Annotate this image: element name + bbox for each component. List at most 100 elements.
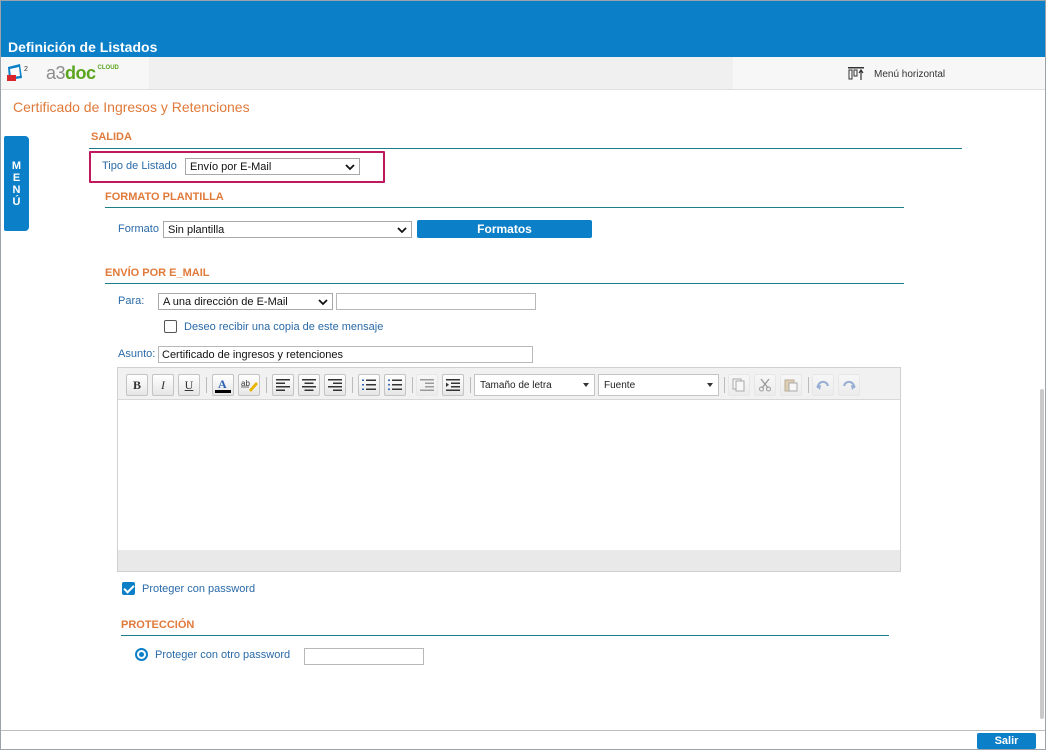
underline-button[interactable]: U [178, 374, 200, 396]
para-label: Para: [118, 295, 145, 307]
bulleted-list-button[interactable] [384, 374, 406, 396]
message-editor: B I U A ab Tamaño de letra Fuente [117, 367, 901, 572]
para-value: A una dirección de E-Mail [163, 295, 288, 308]
font-family-label: Fuente [604, 379, 636, 391]
brand-a3: a3 [46, 63, 66, 83]
formato-value: Sin plantilla [168, 223, 225, 236]
formatos-button[interactable]: Formatos [417, 220, 592, 238]
toolbar-separator [412, 377, 413, 393]
side-menu-letter: E [12, 171, 21, 184]
menu-horizontal-button[interactable]: Menú horizontal [848, 66, 945, 82]
section-salida-divider [89, 148, 962, 149]
section-envio-divider [105, 283, 904, 284]
highlight-button[interactable]: ab [238, 374, 260, 396]
svg-text:ab: ab [241, 379, 250, 388]
editor-footer [118, 550, 900, 571]
italic-button[interactable]: I [152, 374, 174, 396]
paste-icon [784, 379, 798, 392]
copy-icon [732, 378, 745, 392]
toolbar-separator [724, 377, 725, 393]
brand-logo: a3doc CLOUD [46, 63, 119, 84]
redo-icon [843, 380, 856, 390]
toolbar-separator [470, 377, 471, 393]
chevron-down-icon [345, 163, 355, 170]
side-menu-letter: N [12, 183, 21, 196]
chevron-down-icon [707, 383, 713, 387]
highlight-icon: ab [241, 379, 258, 392]
align-left-icon [276, 379, 290, 391]
copia-label: Deseo recibir una copia de este mensaje [184, 321, 384, 333]
undo-button[interactable] [812, 374, 834, 396]
side-menu-letter: M [11, 159, 22, 172]
formato-label: Formato [118, 223, 159, 235]
para-email-input[interactable] [336, 293, 536, 310]
bold-button[interactable]: B [126, 374, 148, 396]
page-title: Certificado de Ingresos y Retenciones [13, 99, 250, 115]
numbered-list-button[interactable] [358, 374, 380, 396]
align-left-button[interactable] [272, 374, 294, 396]
redo-button[interactable] [838, 374, 860, 396]
font-family-select[interactable]: Fuente [598, 374, 719, 396]
font-size-label: Tamaño de letra [480, 379, 552, 391]
undo-icon [816, 380, 829, 390]
copia-checkbox[interactable] [164, 320, 177, 333]
font-size-select[interactable]: Tamaño de letra [474, 374, 595, 396]
a3-logo-icon[interactable]: 2 [6, 63, 30, 83]
app-bar: 2 a3doc CLOUD Menú horizontal [1, 57, 1045, 90]
align-center-icon [302, 379, 316, 391]
otro-password-label: Proteger con otro password [155, 649, 291, 661]
editor-toolbar: B I U A ab Tamaño de letra Fuente [118, 368, 900, 400]
paste-button[interactable] [780, 374, 802, 396]
indent-icon [446, 379, 460, 391]
editor-body[interactable] [118, 401, 900, 550]
menu-horizontal-label: Menú horizontal [874, 68, 946, 80]
text-color-icon: A [215, 377, 231, 393]
para-select[interactable]: A una dirección de E-Mail [158, 293, 333, 310]
title-bar: Definición de Listados [1, 1, 1045, 57]
app-window: Definición de Listados 2 a3doc CLOUD Menú… [0, 0, 1046, 750]
toolbar-separator [808, 377, 809, 393]
vertical-scrollbar[interactable] [1040, 389, 1044, 719]
section-proteccion-divider [121, 635, 889, 636]
brand-cloud: CLOUD [97, 65, 119, 71]
footer-divider [1, 730, 1045, 731]
section-envio-title: ENVÍO POR E_MAIL [105, 267, 210, 279]
text-color-button[interactable]: A [212, 374, 234, 396]
asunto-input[interactable] [158, 346, 533, 363]
toolbar-separator [206, 377, 207, 393]
bulleted-list-icon [388, 379, 402, 391]
proteger-password-label: Proteger con password [142, 583, 256, 595]
tipo-listado-select[interactable]: Envío por E-Mail [185, 158, 360, 175]
align-right-icon [328, 379, 342, 391]
section-proteccion-title: PROTECCIÓN [121, 619, 195, 631]
window-title: Definición de Listados [8, 39, 158, 55]
indent-button[interactable] [442, 374, 464, 396]
scissors-icon [759, 378, 771, 392]
side-menu-letter: Ú [12, 195, 21, 208]
numbered-list-icon [362, 379, 376, 390]
proteger-password-checkbox[interactable] [122, 582, 135, 595]
svg-text:2: 2 [24, 66, 28, 73]
otro-password-radio[interactable] [135, 648, 148, 661]
menu-horizontal-icon [848, 67, 864, 80]
outdent-button[interactable] [416, 374, 438, 396]
tipo-listado-value: Envío por E-Mail [190, 160, 272, 173]
section-formato-divider [105, 207, 904, 208]
asunto-label: Asunto: [118, 348, 156, 360]
copy-button[interactable] [728, 374, 750, 396]
align-center-button[interactable] [298, 374, 320, 396]
section-salida-title: SALIDA [91, 131, 132, 143]
section-formato-title: FORMATO PLANTILLA [105, 191, 224, 203]
cut-button[interactable] [754, 374, 776, 396]
side-menu-tab[interactable]: M E N Ú [4, 136, 29, 231]
formato-select[interactable]: Sin plantilla [163, 221, 412, 238]
chevron-down-icon [583, 383, 589, 387]
align-right-button[interactable] [324, 374, 346, 396]
salir-button[interactable]: Salir [977, 733, 1036, 749]
brand-doc: doc [65, 63, 96, 83]
otro-password-input[interactable] [304, 648, 424, 665]
tipo-listado-label: Tipo de Listado [102, 160, 177, 172]
toolbar-separator [266, 377, 267, 393]
outdent-icon [420, 379, 434, 391]
chevron-down-icon [318, 298, 328, 305]
